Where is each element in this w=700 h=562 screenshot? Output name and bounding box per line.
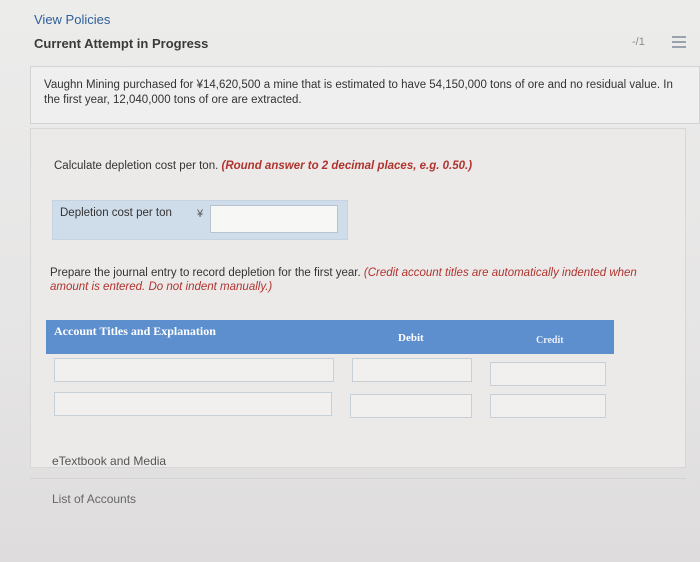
menu-icon[interactable] xyxy=(672,36,686,48)
row1-debit-input[interactable] xyxy=(352,358,472,382)
row2-account-input[interactable] xyxy=(54,392,332,416)
part2-prompt: Prepare the journal entry to record depl… xyxy=(50,266,660,294)
view-policies-link[interactable]: View Policies xyxy=(34,12,110,27)
part1-prompt-text: Calculate depletion cost per ton. xyxy=(54,160,219,172)
depletion-cost-input[interactable] xyxy=(210,205,338,233)
journal-table-header: Account Titles and Explanation Debit Cre… xyxy=(46,320,614,354)
etextbook-link[interactable]: eTextbook and Media xyxy=(52,454,166,468)
attempt-status-title: Current Attempt in Progress xyxy=(34,36,209,51)
question-text: Vaughn Mining purchased for ¥14,620,500 … xyxy=(44,79,673,106)
row1-account-input[interactable] xyxy=(54,358,334,382)
part1-hint: (Round answer to 2 decimal places, e.g. … xyxy=(221,160,473,172)
account-column-header: Account Titles and Explanation xyxy=(54,324,216,338)
page: View Policies Current Attempt in Progres… xyxy=(0,0,700,562)
yen-sign: ¥ xyxy=(197,208,204,220)
part1-prompt: Calculate depletion cost per ton. (Round… xyxy=(54,160,472,172)
row1-credit-input[interactable] xyxy=(490,362,606,386)
debit-column-header: Debit xyxy=(398,332,424,344)
row2-credit-input[interactable] xyxy=(490,394,606,418)
row2-debit-input[interactable] xyxy=(350,394,472,418)
divider xyxy=(30,478,686,479)
list-of-accounts-link[interactable]: List of Accounts xyxy=(52,492,136,506)
score-display: -/1 xyxy=(632,36,645,48)
credit-column-header: Credit xyxy=(536,335,564,346)
depletion-cost-label: Depletion cost per ton xyxy=(60,207,172,219)
part2-prompt-text: Prepare the journal entry to record depl… xyxy=(50,267,361,279)
